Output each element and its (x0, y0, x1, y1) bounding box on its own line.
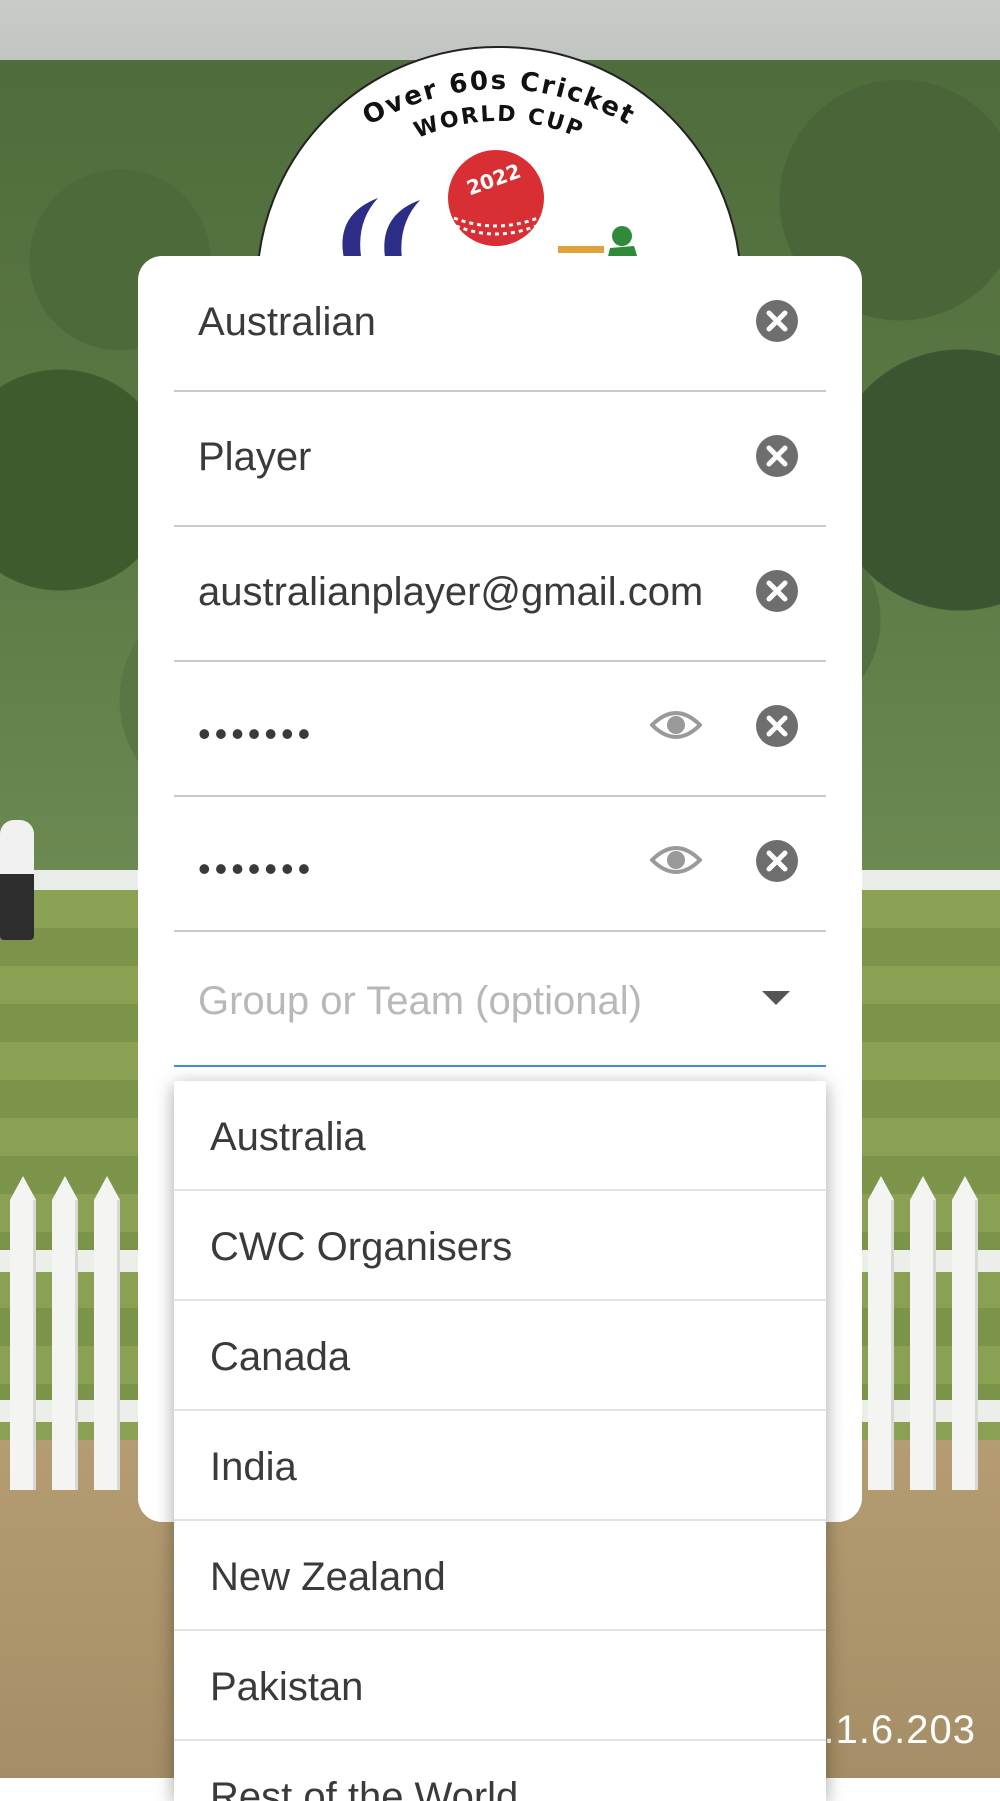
password-field[interactable]: ••••••• (174, 661, 826, 797)
dropdown-option[interactable]: Canada (174, 1301, 826, 1411)
dropdown-option[interactable]: New Zealand (174, 1521, 826, 1631)
bat-icon (558, 246, 604, 253)
logo-title-line2: WORLD CUP (411, 102, 586, 144)
dropdown-option[interactable]: CWC Organisers (174, 1191, 826, 1301)
clear-icon[interactable] (756, 300, 798, 342)
dropdown-option[interactable]: Pakistan (174, 1631, 826, 1741)
email-value[interactable]: australianplayer@gmail.com (198, 570, 703, 615)
clear-icon[interactable] (756, 840, 798, 882)
last-name-field[interactable]: Player (174, 391, 826, 527)
cricket-ball-icon (448, 150, 544, 246)
caret-down-icon[interactable] (762, 991, 790, 1005)
umpire-figure (0, 820, 34, 940)
eye-icon[interactable] (650, 707, 702, 743)
dropdown-option[interactable]: India (174, 1411, 826, 1521)
batsman-icon (612, 226, 632, 246)
clear-icon[interactable] (756, 705, 798, 747)
svg-text:WORLD CUP: WORLD CUP (411, 102, 588, 144)
dropdown-option[interactable]: Australia (174, 1081, 826, 1191)
confirm-password-field[interactable]: ••••••• (174, 796, 826, 932)
group-team-select[interactable]: Group or Team (optional) (174, 931, 826, 1067)
email-field[interactable]: australianplayer@gmail.com (174, 526, 826, 662)
clear-icon[interactable] (756, 435, 798, 477)
dropdown-option[interactable]: Rest of the World (174, 1741, 826, 1801)
first-name-value[interactable]: Australian (198, 300, 376, 345)
password-value[interactable]: ••••••• (198, 713, 314, 755)
first-name-field[interactable]: Australian (174, 256, 826, 392)
confirm-password-value[interactable]: ••••••• (198, 848, 314, 890)
app-version: 0.1.6.203 (800, 1708, 976, 1752)
group-team-placeholder: Group or Team (optional) (198, 979, 642, 1023)
eye-icon[interactable] (650, 842, 702, 878)
clear-icon[interactable] (756, 570, 798, 612)
group-team-dropdown: Australia CWC Organisers Canada India Ne… (174, 1081, 826, 1801)
last-name-value[interactable]: Player (198, 435, 311, 480)
